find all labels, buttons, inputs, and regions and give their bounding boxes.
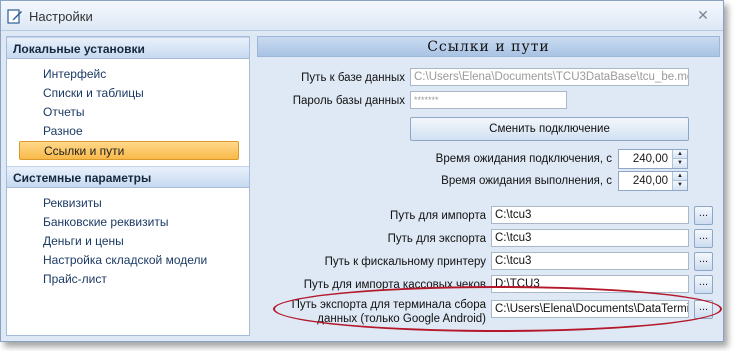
- receipts-import-path-label: Путь для импорта кассовых чеков: [303, 279, 486, 291]
- terminal-export-path-label-line1: Путь экспорта для терминала сбора: [291, 299, 486, 311]
- settings-window: Настройки ✕ Локальные установки Интерфей…: [0, 0, 724, 342]
- sidebar-item-misc[interactable]: Разное: [7, 122, 249, 141]
- connect-timeout-value[interactable]: 240,00: [619, 150, 671, 168]
- fiscal-printer-path-field[interactable]: C:\tcu3: [491, 252, 689, 270]
- connect-timeout-spinner[interactable]: 240,00 ▲ ▼: [618, 149, 688, 169]
- import-path-label: Путь для импорта: [390, 210, 486, 222]
- sidebar-item-reports[interactable]: Отчеты: [7, 103, 249, 122]
- terminal-export-path-browse-button[interactable]: ...: [694, 300, 713, 319]
- close-icon[interactable]: ✕: [697, 8, 709, 22]
- fiscal-printer-path-browse-button[interactable]: ...: [694, 252, 713, 271]
- settings-app-icon: [7, 9, 22, 24]
- group-items-system: Реквизиты Банковские реквизиты Деньги и …: [7, 188, 249, 295]
- export-path-field[interactable]: C:\tcu3: [491, 229, 689, 247]
- receipts-import-path-browse-button[interactable]: ...: [694, 275, 713, 294]
- terminal-export-path-label-line2: данных (только Google Android): [317, 313, 486, 325]
- title-bar: Настройки ✕: [1, 1, 723, 31]
- terminal-export-path-field[interactable]: C:\Users\Elena\Documents\DataTerminall: [491, 300, 689, 318]
- db-path-field[interactable]: C:\Users\Elena\Documents\TCU3DataBase\tc…: [410, 68, 689, 86]
- exec-timeout-spinner[interactable]: 240,00 ▲ ▼: [618, 171, 688, 191]
- group-items-local: Интерфейс Списки и таблицы Отчеты Разное…: [7, 59, 249, 166]
- window-title: Настройки: [29, 9, 93, 24]
- group-header-local[interactable]: Локальные установки: [7, 37, 249, 59]
- sidebar-item-interface[interactable]: Интерфейс: [7, 65, 249, 84]
- db-password-label: Пароль базы данных: [292, 95, 405, 107]
- sidebar-item-money-prices[interactable]: Деньги и цены: [7, 232, 249, 251]
- db-password-field[interactable]: *******: [410, 91, 567, 109]
- settings-sidebar: Локальные установки Интерфейс Списки и т…: [6, 36, 250, 336]
- section-title: Ссылки и пути: [257, 36, 720, 57]
- exec-timeout-label: Время ожидания выполнения, с: [441, 175, 612, 187]
- sidebar-item-links-paths[interactable]: Ссылки и пути: [19, 141, 239, 160]
- sidebar-item-requisites[interactable]: Реквизиты: [7, 194, 249, 213]
- sidebar-item-warehouse-model[interactable]: Настройка складской модели: [7, 251, 249, 270]
- exec-timeout-spin-buttons: ▲ ▼: [672, 172, 687, 190]
- spin-up-icon[interactable]: ▲: [673, 150, 687, 159]
- exec-timeout-value[interactable]: 240,00: [619, 172, 671, 190]
- export-path-browse-button[interactable]: ...: [694, 229, 713, 248]
- spin-down-icon[interactable]: ▼: [673, 181, 687, 190]
- connect-timeout-spin-buttons: ▲ ▼: [672, 150, 687, 168]
- sidebar-item-price-list[interactable]: Прайс-лист: [7, 270, 249, 289]
- terminal-export-path-label: Путь экспорта для терминала сбора данных…: [257, 298, 486, 326]
- change-connection-button[interactable]: Сменить подключение: [410, 117, 689, 141]
- fiscal-printer-path-label: Путь к фискальному принтеру: [324, 256, 486, 268]
- sidebar-item-lists-tables[interactable]: Списки и таблицы: [7, 84, 249, 103]
- receipts-import-path-field[interactable]: D:\TCU3: [491, 275, 689, 293]
- settings-content: Ссылки и пути Путь к базе данных C:\User…: [257, 36, 720, 336]
- connect-timeout-label: Время ожидания подключения, с: [435, 153, 612, 165]
- spin-up-icon[interactable]: ▲: [673, 172, 687, 181]
- db-path-label: Путь к базе данных: [301, 72, 405, 84]
- export-path-label: Путь для экспорта: [387, 233, 486, 245]
- group-header-system[interactable]: Системные параметры: [7, 166, 249, 188]
- import-path-field[interactable]: C:\tcu3: [491, 206, 689, 224]
- spin-down-icon[interactable]: ▼: [673, 159, 687, 168]
- sidebar-item-bank-requisites[interactable]: Банковские реквизиты: [7, 213, 249, 232]
- import-path-browse-button[interactable]: ...: [694, 206, 713, 225]
